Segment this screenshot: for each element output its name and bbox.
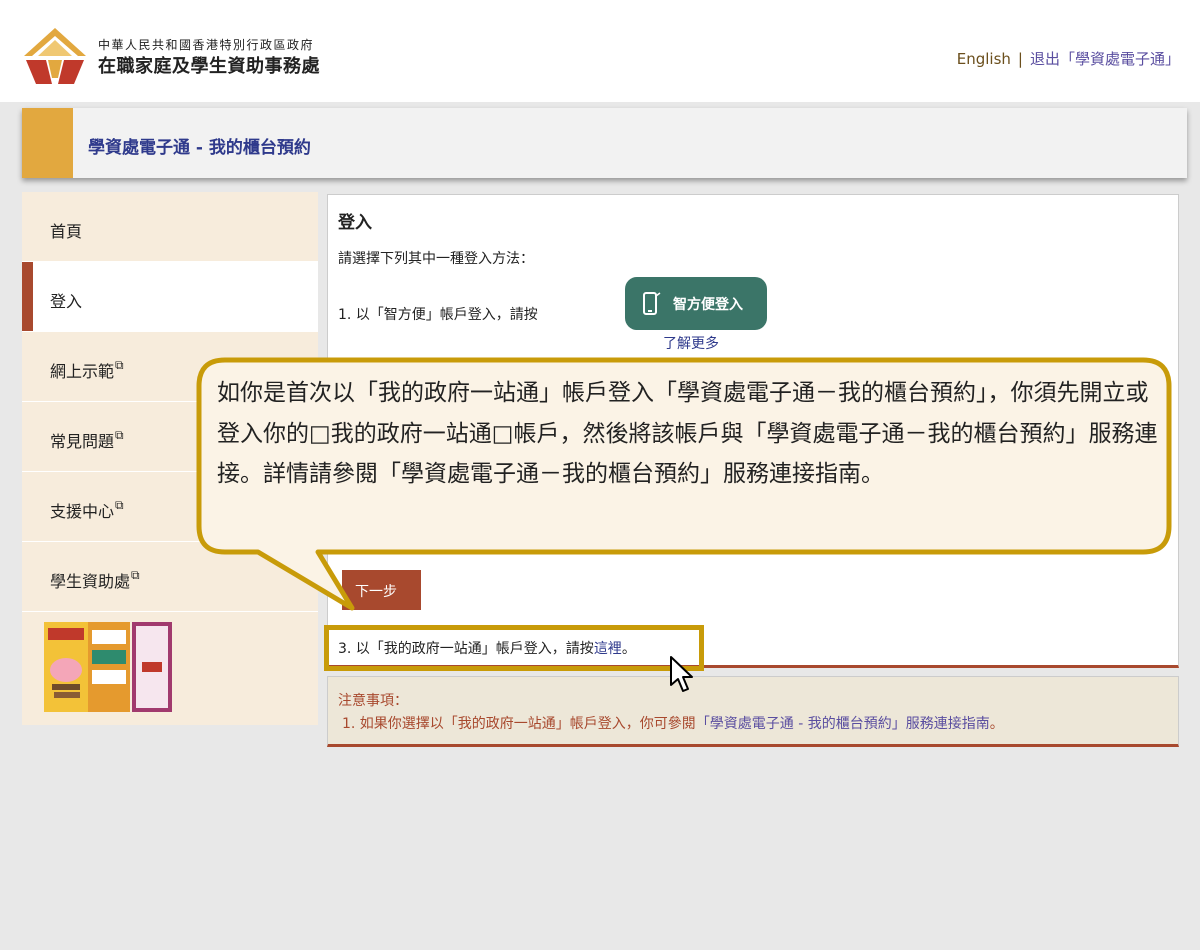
mouse-pointer-icon xyxy=(670,656,693,692)
callout-text: 如你是首次以「我的政府一站通」帳戶登入「學資處電子通－我的櫃台預約」，你須先開立… xyxy=(217,380,1158,487)
